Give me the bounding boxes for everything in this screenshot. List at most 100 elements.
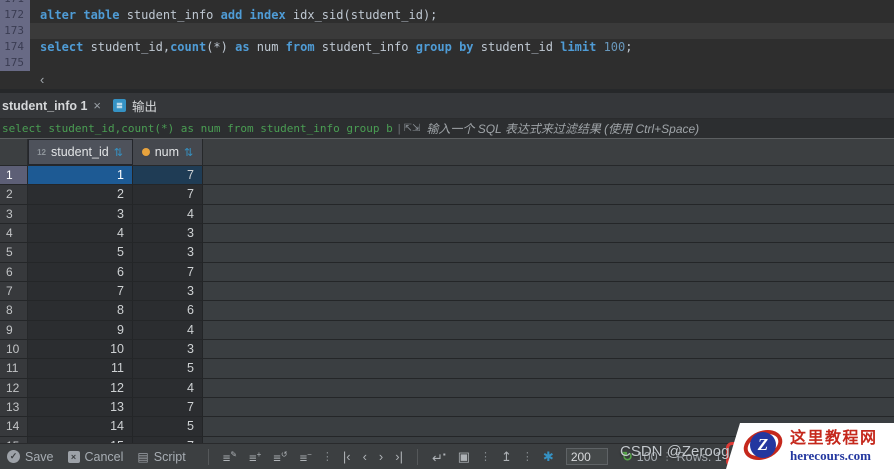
cell-num[interactable]: 4 [133, 320, 203, 340]
table-row[interactable]: 443 [0, 224, 894, 244]
cell-student-id[interactable]: 2 [28, 185, 133, 204]
editor-line[interactable]: 174 select student_id,count(*) as num fro… [0, 39, 894, 55]
row-number[interactable]: 14 [0, 417, 28, 436]
submit-row-icon[interactable]: ≡✎ [223, 448, 237, 465]
row-filler [203, 282, 894, 301]
cell-student-id[interactable]: 10 [28, 340, 133, 359]
cell-num[interactable]: 7 [133, 166, 203, 185]
cell-student-id[interactable]: 1 [28, 166, 133, 185]
cell-num[interactable]: 5 [133, 359, 203, 378]
tab-output[interactable]: ≣ 输出 [111, 93, 167, 118]
cell-num[interactable]: 7 [133, 398, 203, 417]
table-row[interactable]: 553 [0, 243, 894, 263]
cell-student-id[interactable]: 5 [28, 243, 133, 262]
table-row[interactable]: 773 [0, 282, 894, 302]
sort-icon[interactable]: ⇅ [184, 146, 193, 159]
sort-icon[interactable]: ⇅ [114, 146, 123, 159]
export-data-icon[interactable]: ↥ [501, 449, 512, 464]
row-number[interactable]: 5 [0, 243, 28, 262]
result-grid[interactable]: 1 1 7 2 2 7 3 3 4 4 4 3 5 5 3 6 6 7 7 7 3 8 8 6 9 9 4 10 10 3 11 11 5 12 1… [0, 166, 894, 443]
expand-filter-icon[interactable]: ⇱⇲ [404, 123, 421, 134]
sql-code-line[interactable] [30, 55, 894, 71]
cell-num[interactable]: 5 [133, 417, 203, 436]
last-page-icon[interactable]: ›| [395, 449, 403, 464]
table-row[interactable]: 117 [0, 166, 894, 186]
script-button[interactable]: ▤ Script [137, 450, 185, 464]
sql-editor[interactable]: 171172alter table student_info add index… [0, 0, 894, 93]
row-number[interactable]: 10 [0, 340, 28, 359]
row-number[interactable]: 6 [0, 262, 28, 282]
row-number[interactable]: 13 [0, 398, 28, 417]
table-row[interactable]: 227 [0, 185, 894, 205]
editor-line[interactable]: 172 alter table student_info add index id… [0, 7, 894, 23]
delete-row-icon[interactable]: ≡− [300, 448, 312, 465]
save-button[interactable]: ✓ Save [7, 450, 54, 464]
editor-line[interactable]: 173 [0, 23, 894, 39]
more-options-dots-icon[interactable]: ⋮ [522, 450, 533, 463]
table-row[interactable]: 13 13 7 [0, 398, 894, 418]
cell-student-id[interactable]: 14 [28, 417, 133, 436]
row-number[interactable]: 8 [0, 301, 28, 320]
column-header-student-id[interactable]: 12 student_id ⇅ [28, 139, 133, 165]
tab-close-icon[interactable]: × [93, 98, 101, 113]
tab-student-info-1[interactable]: student_info 1 × [0, 93, 111, 118]
row-number[interactable]: 2 [0, 185, 28, 204]
scroll-left-arrow-icon[interactable]: ‹ [40, 73, 44, 87]
result-filter-bar[interactable]: select student_id,count(*) as num from s… [0, 119, 894, 139]
cell-num[interactable]: 4 [133, 204, 203, 224]
table-row[interactable]: 11 11 5 [0, 359, 894, 379]
sql-code-line[interactable] [30, 23, 894, 39]
editor-line[interactable]: 175 [0, 55, 894, 71]
table-row[interactable]: 334 [0, 204, 894, 225]
first-page-icon[interactable]: |‹ [343, 449, 351, 464]
row-number[interactable]: 11 [0, 359, 28, 378]
cell-num[interactable]: 3 [133, 224, 203, 243]
more-options-dots-icon[interactable]: ⋮ [480, 450, 491, 463]
go-to-row-icon[interactable]: ↵▪ [432, 448, 446, 465]
cell-num[interactable]: 4 [133, 378, 203, 398]
row-number[interactable]: 1 [0, 166, 28, 185]
cell-num[interactable]: 3 [133, 282, 203, 301]
table-row[interactable]: 994 [0, 320, 894, 341]
cancel-button[interactable]: × Cancel [67, 450, 123, 464]
cell-student-id[interactable]: 13 [28, 398, 133, 417]
add-row-icon[interactable]: ≡+ [249, 448, 261, 465]
settings-gear-icon[interactable]: ✱ [543, 449, 554, 465]
cell-student-id[interactable]: 3 [28, 204, 133, 224]
cell-student-id[interactable]: 9 [28, 320, 133, 340]
cell-student-id[interactable]: 4 [28, 224, 133, 243]
editor-line[interactable]: 171 [0, 0, 894, 7]
revert-row-icon[interactable]: ≡↺ [273, 448, 287, 465]
table-row[interactable]: 10 10 3 [0, 340, 894, 360]
cell-student-id[interactable]: 6 [28, 262, 133, 282]
cell-num[interactable]: 7 [133, 185, 203, 204]
next-page-icon[interactable]: › [379, 449, 383, 464]
cell-num[interactable]: 3 [133, 243, 203, 262]
sql-code-line[interactable]: select student_id,count(*) as num from s… [30, 39, 894, 55]
row-number[interactable]: 3 [0, 204, 28, 224]
cell-student-id[interactable]: 11 [28, 359, 133, 378]
row-number[interactable]: 7 [0, 282, 28, 301]
filter-placeholder-text[interactable]: 输入一个 SQL 表达式来过滤结果 (使用 Ctrl+Space) [426, 120, 699, 137]
column-header-num[interactable]: num ⇅ [133, 139, 203, 165]
cell-student-id[interactable]: 12 [28, 378, 133, 398]
previous-page-icon[interactable]: ‹ [363, 449, 367, 464]
compare-data-icon[interactable]: ▣ [458, 449, 470, 464]
cell-num[interactable]: 7 [133, 262, 203, 282]
cell-student-id[interactable]: 7 [28, 282, 133, 301]
more-options-dots-icon[interactable]: ⋮ [322, 450, 333, 463]
cell-num[interactable]: 6 [133, 301, 203, 320]
table-row[interactable]: 12 12 4 [0, 378, 894, 399]
row-number[interactable]: 9 [0, 320, 28, 340]
cell-num[interactable]: 3 [133, 340, 203, 359]
cell-student-id[interactable]: 8 [28, 301, 133, 320]
sql-code-line[interactable] [30, 0, 894, 7]
row-number[interactable]: 4 [0, 224, 28, 243]
grid-corner-cell[interactable] [0, 139, 28, 165]
sql-code-line[interactable]: alter table student_info add index idx_s… [30, 7, 894, 23]
editor-horizontal-scrollbar[interactable]: ‹ [30, 71, 894, 89]
table-row[interactable]: 667 [0, 262, 894, 283]
row-number[interactable]: 12 [0, 378, 28, 398]
page-size-input[interactable] [565, 448, 608, 465]
table-row[interactable]: 886 [0, 301, 894, 321]
